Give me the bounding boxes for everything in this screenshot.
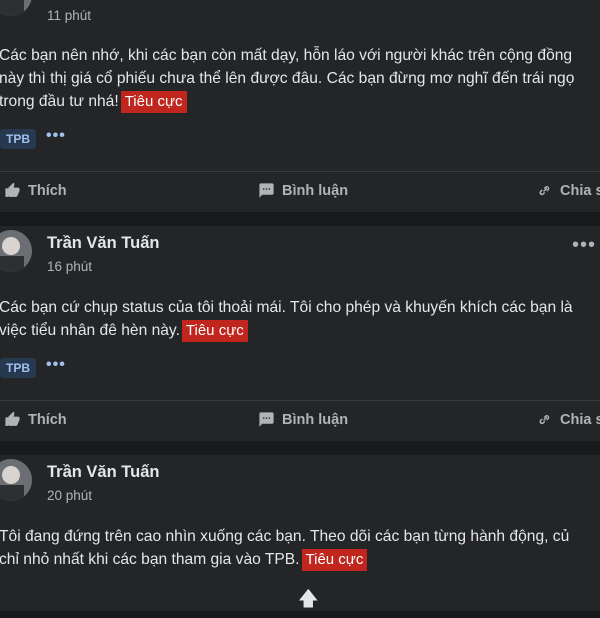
post-line-text: chỉ nhỏ nhất khi các bạn tham gia vào TP… xyxy=(0,551,300,568)
post-line-last: việc tiểu nhân đê hèn này. Tiêu cực xyxy=(0,319,600,342)
stock-chips: TPB ••• xyxy=(0,356,600,386)
sentiment-tag: Tiêu cực xyxy=(120,91,187,113)
share-button[interactable]: Chia s xyxy=(536,411,600,428)
like-button[interactable]: Thích xyxy=(4,182,67,199)
share-label: Chia s xyxy=(560,411,600,428)
comment-icon xyxy=(259,183,274,198)
share-button[interactable]: Chia s xyxy=(536,182,600,199)
action-bar: Thích Bình luận Chia s xyxy=(0,401,600,441)
feed-gap xyxy=(0,441,600,455)
post-line: này thì thị giá cổ phiếu chưa thể lên đư… xyxy=(0,70,575,87)
like-label: Thích xyxy=(28,411,67,428)
comment-label: Bình luận xyxy=(282,182,349,199)
up-arrow-icon[interactable]: 🡅 xyxy=(298,584,319,618)
post-line-text: việc tiểu nhân đê hèn này. xyxy=(0,322,180,339)
avatar[interactable] xyxy=(0,0,32,16)
avatar[interactable] xyxy=(0,459,32,501)
post-line: Các bạn cứ chụp status của tôi thoải mái… xyxy=(0,299,573,316)
comment-button[interactable]: Bình luận xyxy=(258,411,348,428)
avatar[interactable] xyxy=(0,230,32,272)
post-card: Trần Văn Tuấn 16 phút ••• Các bạn cứ chụ… xyxy=(0,226,600,441)
author-name[interactable]: Trần Văn Tuấn xyxy=(47,463,159,482)
post-line: Các bạn nên nhớ, khi các bạn còn mất dạy… xyxy=(0,47,573,64)
thumbs-up-icon xyxy=(5,411,20,426)
sentiment-tag: Tiêu cực xyxy=(181,320,248,342)
comment-icon xyxy=(259,412,274,427)
like-button[interactable]: Thích xyxy=(4,411,67,428)
comment-label: Bình luận xyxy=(282,411,349,428)
post-content: Các bạn nên nhớ, khi các bạn còn mất dạy… xyxy=(0,30,600,113)
post-card: 11 phút Các bạn nên nhớ, khi các bạn còn… xyxy=(0,0,600,212)
feed-gap xyxy=(0,212,600,226)
post-line-last: chỉ nhỏ nhất khi các bạn tham gia vào TP… xyxy=(0,548,600,571)
news-feed: 11 phút Các bạn nên nhớ, khi các bạn còn… xyxy=(0,0,600,611)
author-name[interactable]: Trần Văn Tuấn xyxy=(47,234,159,253)
more-dots-icon[interactable]: ••• xyxy=(46,127,66,145)
stock-chips: TPB ••• xyxy=(0,127,600,157)
post-line: Tôi đang đứng trên cao nhìn xuống các bạ… xyxy=(0,528,570,545)
link-icon xyxy=(539,186,550,196)
stock-chip[interactable]: TPB xyxy=(0,358,36,378)
post-content: Tôi đang đứng trên cao nhìn xuống các bạ… xyxy=(0,513,600,571)
comment-button[interactable]: Bình luận xyxy=(258,182,348,199)
like-label: Thích xyxy=(28,182,67,199)
more-dots-icon[interactable]: ••• xyxy=(46,356,66,374)
post-line-text: trong đầu tư nhá! xyxy=(0,93,119,110)
sentiment-tag: Tiêu cực xyxy=(301,549,368,571)
post-content: Các bạn cứ chụp status của tôi thoải mái… xyxy=(0,284,600,342)
share-label: Chia s xyxy=(560,182,600,199)
action-bar: Thích Bình luận Chia s xyxy=(0,172,600,212)
post-time[interactable]: 11 phút xyxy=(47,8,91,23)
post-time[interactable]: 20 phút xyxy=(47,488,92,503)
thumbs-up-icon xyxy=(5,182,20,197)
post-menu-icon[interactable]: ••• xyxy=(572,234,596,257)
stock-chip[interactable]: TPB xyxy=(0,129,36,149)
post-line-last: trong đầu tư nhá! Tiêu cực xyxy=(0,90,600,113)
link-icon xyxy=(539,415,550,425)
post-time[interactable]: 16 phút xyxy=(47,259,92,274)
